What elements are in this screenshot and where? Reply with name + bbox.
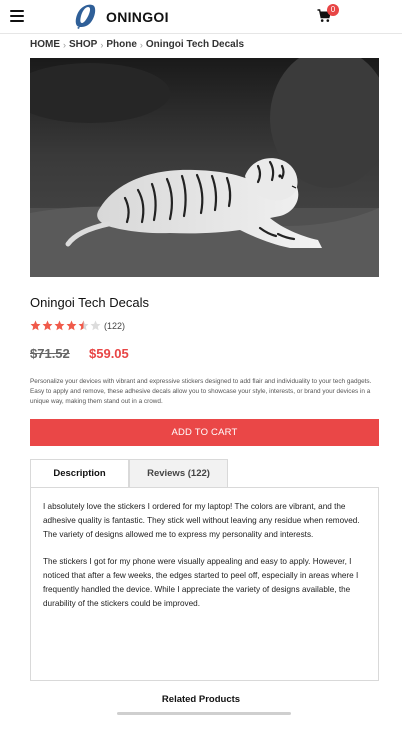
tab-panel: I absolutely love the stickers I ordered…: [30, 487, 379, 681]
star-icon: [54, 320, 65, 331]
breadcrumb-shop[interactable]: SHOP: [69, 39, 97, 50]
product-image[interactable]: [30, 58, 379, 277]
product-rating[interactable]: (122): [30, 320, 125, 331]
breadcrumb-home[interactable]: HOME: [30, 39, 60, 50]
rating-stars: [30, 320, 102, 331]
cart-count-badge: 0: [327, 4, 339, 16]
product-description: Personalize your devices with vibrant an…: [30, 378, 372, 405]
tab-description[interactable]: Description: [30, 459, 129, 488]
add-to-cart-button[interactable]: ADD TO CART: [30, 419, 379, 446]
chevron-right-icon: ›: [139, 39, 143, 50]
star-icon: [30, 320, 41, 331]
hamburger-icon[interactable]: [10, 10, 24, 22]
top-header: ONINGOI 0: [0, 0, 402, 34]
logo-text[interactable]: ONINGOI: [106, 9, 169, 25]
star-icon: [66, 320, 77, 331]
related-products-heading: Related Products: [161, 694, 241, 705]
sale-price: $59.05: [89, 346, 129, 361]
chevron-right-icon: ›: [100, 39, 104, 50]
breadcrumb: HOME › SHOP › Phone › Oningoi Tech Decal…: [30, 39, 244, 50]
tab-reviews[interactable]: Reviews (122): [129, 459, 228, 488]
review-text: The stickers I got for my phone were vis…: [43, 557, 359, 608]
breadcrumb-current: Oningoi Tech Decals: [145, 39, 245, 50]
review-count: (122): [104, 320, 126, 331]
chevron-right-icon: ›: [63, 39, 66, 50]
breadcrumb-phone[interactable]: Phone: [106, 39, 137, 50]
star-empty-icon: [90, 320, 101, 331]
scroll-indicator: [117, 712, 291, 715]
original-price: $71.52: [30, 346, 70, 361]
product-title: Oningoi Tech Decals: [30, 295, 149, 310]
logo-icon[interactable]: [74, 3, 98, 29]
star-half-icon: [78, 320, 89, 331]
product-tabs: Description Reviews (122): [30, 459, 379, 488]
review-text: I absolutely love the stickers I ordered…: [43, 502, 360, 539]
star-icon: [42, 320, 53, 331]
